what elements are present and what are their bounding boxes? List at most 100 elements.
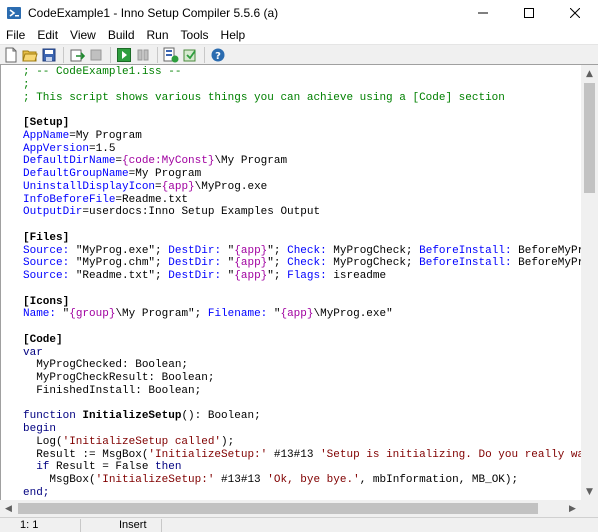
code-token: 'InitializeSetup:' — [148, 448, 268, 461]
code-line[interactable]: OutputDir=userdocs:Inno Setup Examples O… — [23, 206, 581, 219]
cursor-position: 1: 1 — [20, 519, 39, 531]
code-line[interactable]: Source: "MyProg.chm"; DestDir: "{app}"; … — [23, 257, 581, 270]
code-line[interactable]: AppVersion=1.5 — [23, 143, 581, 156]
code-token: DestDir: — [168, 270, 222, 282]
code-token: Name: — [23, 308, 57, 321]
code-token: Check: — [287, 244, 327, 257]
code-line[interactable]: DefaultGroupName=My Program — [23, 168, 581, 181]
code-line[interactable]: MyProgChecked: Boolean; — [23, 359, 581, 372]
code-line[interactable] — [23, 398, 581, 411]
code-token: Source: — [23, 244, 70, 257]
close-button[interactable] — [552, 0, 598, 26]
help-button[interactable]: ? — [209, 46, 227, 64]
save-icon — [42, 48, 56, 61]
scroll-down-arrow[interactable]: ▼ — [581, 483, 598, 500]
target-uninstall-button[interactable] — [181, 46, 199, 64]
code-token: InfoBeforeFile — [23, 193, 116, 206]
menu-run[interactable]: Run — [141, 26, 175, 44]
code-line[interactable]: function InitializeSetup(): Boolean; — [23, 410, 581, 423]
code-line[interactable]: [Setup] — [23, 117, 581, 130]
code-line[interactable]: [Icons] — [23, 296, 581, 309]
code-token: MsgBox( — [23, 474, 96, 486]
scroll-up-arrow[interactable]: ▲ — [581, 65, 598, 82]
run-button[interactable] — [115, 46, 133, 64]
code-token: 'Setup is initializing. Do you really wa… — [320, 448, 581, 461]
open-file-button[interactable] — [21, 46, 39, 64]
code-line[interactable]: Source: "MyProg.exe"; DestDir: "{app}"; … — [23, 245, 581, 258]
code-token: {app} — [234, 244, 268, 257]
code-token: Source: — [23, 270, 70, 282]
code-line[interactable]: if Result = False then — [23, 461, 581, 474]
scroll-right-arrow[interactable]: ▶ — [564, 500, 581, 517]
code-token: then — [155, 461, 182, 474]
vertical-scrollbar[interactable]: ▲ ▼ — [581, 64, 598, 500]
code-line[interactable]: Source: "Readme.txt"; DestDir: "{app}"; … — [23, 270, 581, 283]
code-line[interactable]: [Files] — [23, 232, 581, 245]
code-token: \MyProg.exe" — [313, 308, 393, 321]
code-token: =My Program — [128, 168, 202, 180]
code-token: "; — [267, 270, 288, 282]
code-line[interactable]: DefaultDirName={code:MyConst}\My Program — [23, 155, 581, 168]
code-line[interactable] — [23, 219, 581, 232]
code-line[interactable]: Log('InitializeSetup called'); — [23, 436, 581, 449]
scroll-left-arrow[interactable]: ◀ — [0, 500, 17, 517]
code-line[interactable] — [23, 321, 581, 334]
code-line[interactable]: end; — [23, 487, 581, 500]
code-token: function — [23, 410, 76, 423]
code-token: MyProgChecked: Boolean; — [23, 359, 189, 372]
menu-build[interactable]: Build — [102, 26, 141, 44]
code-line[interactable] — [23, 283, 581, 296]
code-line[interactable]: MsgBox('InitializeSetup:' #13#13 'Ok, by… — [23, 474, 581, 487]
code-token: end; — [23, 486, 50, 499]
minimize-icon — [478, 12, 488, 14]
code-token: = — [155, 180, 162, 193]
code-line[interactable]: Name: "{group}\My Program"; Filename: "{… — [23, 308, 581, 321]
code-token: DestDir: — [168, 244, 222, 257]
code-line[interactable]: begin — [23, 423, 581, 436]
code-line[interactable]: UninstallDisplayIcon={app}\MyProg.exe — [23, 181, 581, 194]
status-bar: 1: 1 Insert — [0, 517, 598, 532]
code-token: AppVersion — [23, 142, 90, 155]
code-line[interactable]: ; — [23, 79, 581, 92]
code-token: [Code] — [23, 333, 63, 346]
code-token: \My Program"; — [115, 308, 208, 321]
code-token: =userdocs:Inno Setup Examples Output — [82, 206, 321, 219]
code-token: if — [36, 461, 50, 474]
code-line[interactable]: var — [23, 347, 581, 360]
menu-help[interactable]: Help — [215, 26, 252, 44]
code-token: {app} — [280, 308, 314, 321]
code-editor[interactable]: ; -- CodeExample1.iss --;; This script s… — [0, 64, 581, 500]
minimize-button[interactable] — [460, 0, 506, 26]
code-token: isreadme — [326, 270, 387, 282]
code-line[interactable]: MyProgCheckResult: Boolean; — [23, 372, 581, 385]
pause-button[interactable] — [134, 46, 152, 64]
maximize-button[interactable] — [506, 0, 552, 26]
code-token: Check: — [287, 257, 327, 270]
code-token: "Readme.txt"; — [69, 270, 169, 282]
code-token: =Readme.txt — [115, 193, 189, 206]
code-line[interactable] — [23, 104, 581, 117]
code-token: {app} — [234, 270, 268, 282]
horizontal-scroll-thumb[interactable] — [18, 503, 538, 514]
code-line[interactable]: ; -- CodeExample1.iss -- — [23, 66, 581, 79]
code-line[interactable]: InfoBeforeFile=Readme.txt — [23, 194, 581, 207]
stop-compile-button[interactable] — [87, 46, 105, 64]
editor-gutter[interactable] — [1, 65, 21, 500]
compile-button[interactable] — [68, 46, 86, 64]
code-line[interactable]: ; This script shows various things you c… — [23, 92, 581, 105]
menu-tools[interactable]: Tools — [175, 26, 215, 44]
code-token: Result = False — [49, 461, 156, 474]
horizontal-scrollbar[interactable]: ◀ ▶ — [0, 500, 581, 517]
code-line[interactable]: Result := MsgBox('InitializeSetup:' #13#… — [23, 449, 581, 462]
code-line[interactable]: AppName=My Program — [23, 130, 581, 143]
menu-file[interactable]: File — [0, 26, 31, 44]
target-setup-button[interactable] — [162, 46, 180, 64]
new-file-button[interactable] — [2, 46, 20, 64]
code-content[interactable]: ; -- CodeExample1.iss --;; This script s… — [23, 66, 581, 500]
save-button[interactable] — [40, 46, 58, 64]
vertical-scroll-thumb[interactable] — [584, 83, 595, 193]
menu-view[interactable]: View — [64, 26, 102, 44]
menu-edit[interactable]: Edit — [31, 26, 64, 44]
code-line[interactable]: [Code] — [23, 334, 581, 347]
code-line[interactable]: FinishedInstall: Boolean; — [23, 385, 581, 398]
